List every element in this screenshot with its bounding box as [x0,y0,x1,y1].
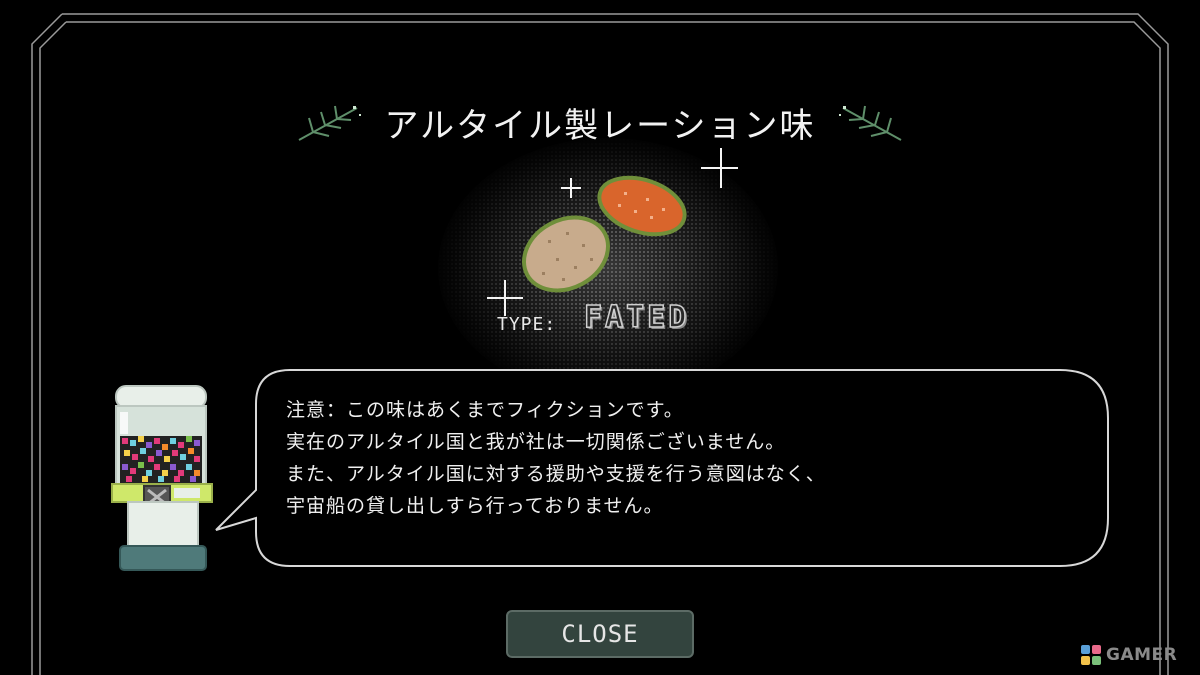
gamer-logo-icon [1081,645,1101,665]
ration-orange-piece [597,175,687,237]
message-line: 実在のアルタイル国と我が社は一切関係ございません。 [286,431,786,453]
gamer-watermark: GAMER [1080,642,1177,668]
dialog-message: 注意：この味はあくまでフィクションです。 実在のアルタイル国と我が社は一切関係ご… [286,394,1086,522]
sparkle-cross-icon [487,280,523,316]
item-type-value: FATED [583,299,690,336]
close-button[interactable]: CLOSE [506,610,694,658]
leaf-sprig-icon [298,105,361,141]
gumball-machine-mascot [111,385,213,571]
item-type-label: TYPE: [497,314,557,335]
sparkle-cross-icon [561,178,581,198]
watermark-text: GAMER [1106,645,1178,665]
close-button-label: CLOSE [561,620,639,648]
message-line: また、アルタイル国に対する援助や支援を行う意図はなく、 [286,463,826,485]
ration-tan-piece [521,215,611,293]
sparkle-cross-icon [701,148,738,188]
message-line: 注意：この味はあくまでフィクションです。 [286,399,684,421]
leaf-sprig-icon [839,105,902,141]
message-line: 宇宙船の貸し出しすら行っておりません。 [286,495,664,517]
ration-item-image [487,148,738,316]
